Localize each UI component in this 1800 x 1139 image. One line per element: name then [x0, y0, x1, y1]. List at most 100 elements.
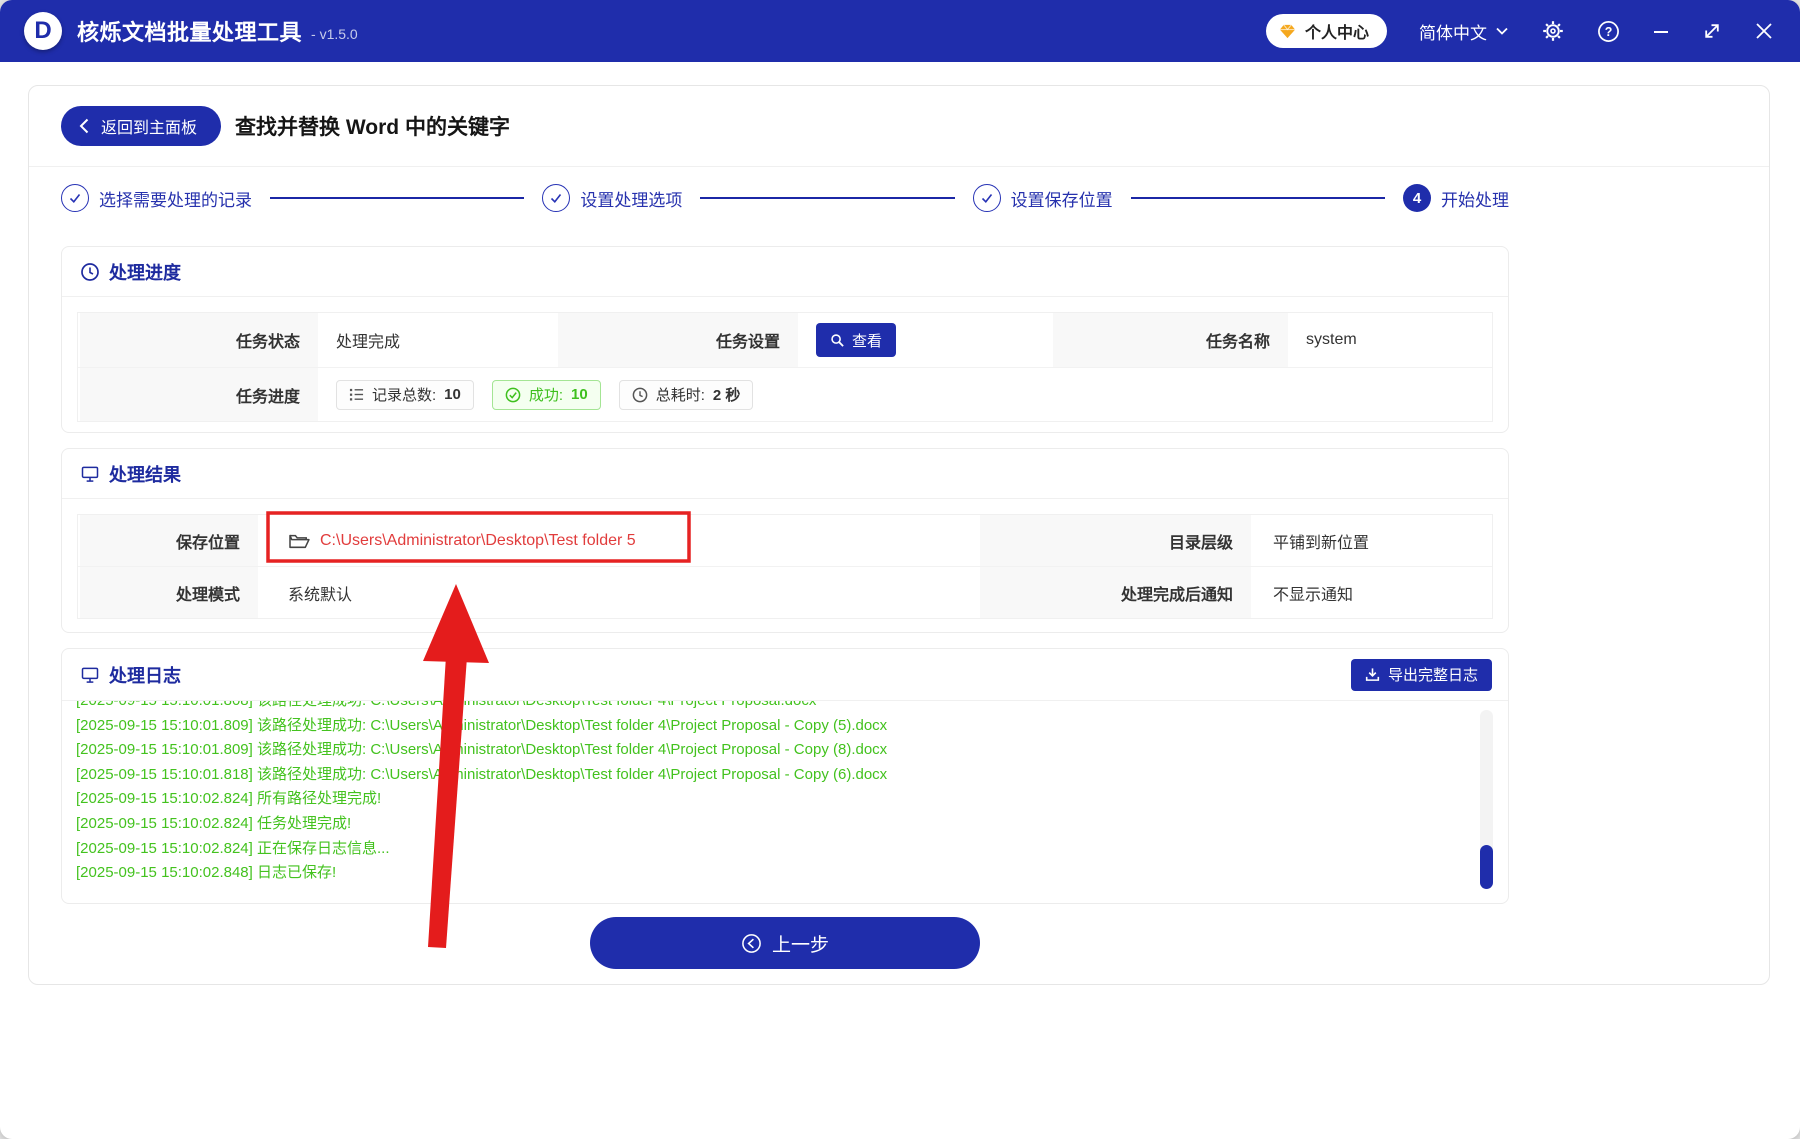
svg-text:?: ?	[1605, 24, 1613, 38]
table-row: 任务进度 记录总数: 10 成功: 10 总耗时: 2 秒	[78, 368, 1492, 421]
result-section: 处理结果 保存位置 C:\Users\Administrator\Desktop…	[61, 448, 1509, 633]
process-mode-value: 系统默认	[288, 586, 353, 604]
user-center-button[interactable]: 个人中心	[1265, 14, 1387, 48]
result-table: 保存位置 C:\Users\Administrator\Desktop\Test…	[77, 514, 1493, 619]
log-section-header: 处理日志 导出完整日志	[62, 649, 1508, 701]
notify-label: 处理完成后通知	[978, 567, 1251, 618]
clock-icon	[632, 387, 648, 402]
task-status-label: 任务状态	[78, 313, 318, 367]
log-line: [2025-09-15 15:10:01.818] 该路径处理成功: C:\Us…	[76, 765, 888, 783]
step-check-circle	[542, 184, 571, 212]
titlebar: D 核烁文档批量处理工具 - v1.5.0 个人中心 简体中文 ?	[0, 0, 1800, 62]
step-connector	[270, 197, 525, 199]
log-line: [2025-09-15 15:10:01.809] 该路径处理成功: C:\Us…	[76, 741, 888, 759]
section-title: 处理结果	[109, 464, 181, 485]
badge-value: 2 秒	[712, 387, 741, 404]
chevron-down-icon	[1496, 27, 1508, 35]
export-button-label: 导出完整日志	[1387, 667, 1478, 684]
log-line: [2025-09-15 15:10:01.808] 该路径处理成功: C:\Us…	[76, 701, 1508, 714]
check-icon	[69, 194, 81, 204]
step-save-location[interactable]: 设置保存位置	[972, 184, 1113, 212]
task-name-label: 任务名称	[1051, 313, 1288, 367]
step-connector	[700, 197, 955, 199]
chevron-left-icon	[79, 118, 89, 134]
step-start-processing[interactable]: 4 开始处理	[1402, 184, 1509, 212]
monitor-icon	[81, 667, 99, 683]
app-title: 核烁文档批量处理工具	[77, 20, 303, 45]
log-viewport: [2025-09-15 15:10:01.808] 该路径处理成功: C:\Us…	[62, 701, 1508, 903]
log-line: [2025-09-15 15:10:02.824] 任务处理完成!	[76, 814, 352, 832]
check-icon	[551, 194, 562, 204]
footer: 上一步	[61, 917, 1509, 969]
settings-button[interactable]	[1541, 19, 1565, 43]
save-location-label: 保存位置	[78, 515, 258, 566]
step-label: 设置保存位置	[1010, 190, 1113, 210]
step-label: 开始处理	[1440, 190, 1509, 210]
step-select-records[interactable]: 选择需要处理的记录	[61, 184, 252, 212]
badge-success-count: 成功: 10	[491, 379, 601, 410]
close-button[interactable]	[1754, 21, 1774, 41]
app-version: - v1.5.0	[311, 26, 358, 42]
download-icon	[1365, 668, 1380, 681]
log-line: [2025-09-15 15:10:02.824] 正在保存日志信息...	[76, 839, 390, 857]
progress-section: 处理进度 任务状态 处理完成 任务设置 查看 任务名称 system 任务进度 …	[61, 246, 1509, 433]
back-button-label: 返回到主面板	[101, 120, 198, 137]
app-window: D 核烁文档批量处理工具 - v1.5.0 个人中心 简体中文 ? 返回到主面板…	[0, 0, 1800, 1139]
table-row: 保存位置 C:\Users\Administrator\Desktop\Test…	[78, 515, 1492, 567]
view-settings-button[interactable]: 查看	[816, 323, 897, 357]
user-center-label: 个人中心	[1304, 25, 1369, 42]
minimize-icon	[1654, 31, 1668, 33]
close-icon	[1756, 23, 1772, 39]
back-circle-icon	[742, 933, 761, 953]
export-log-button[interactable]: 导出完整日志	[1350, 658, 1492, 691]
dir-level-label: 目录层级	[978, 515, 1251, 566]
badge-value: 10	[571, 386, 588, 403]
minimize-button[interactable]	[1652, 22, 1670, 40]
result-section-header: 处理结果	[62, 449, 1508, 499]
vip-gem-icon	[1279, 24, 1296, 38]
question-icon: ?	[1598, 20, 1619, 42]
table-row: 任务状态 处理完成 任务设置 查看 任务名称 system	[78, 313, 1492, 368]
step-label: 设置处理选项	[580, 190, 683, 210]
progress-table: 任务状态 处理完成 任务设置 查看 任务名称 system 任务进度 记录总数:…	[77, 312, 1493, 422]
app-logo-icon: D	[24, 12, 62, 50]
step-check-circle	[972, 184, 1001, 212]
language-selector[interactable]: 简体中文	[1419, 19, 1509, 44]
task-settings-cell: 查看	[798, 313, 1051, 367]
task-name-value: system	[1306, 331, 1357, 348]
badge-elapsed-time: 总耗时: 2 秒	[618, 379, 754, 410]
back-to-dashboard-button[interactable]: 返回到主面板	[61, 106, 222, 146]
language-label: 简体中文	[1419, 23, 1487, 43]
progress-section-header: 处理进度	[62, 247, 1508, 297]
notify-value: 不显示通知	[1273, 586, 1354, 604]
list-icon	[349, 388, 364, 401]
save-location-path: C:\Users\Administrator\Desktop\Test fold…	[320, 531, 636, 549]
badge-total-records: 记录总数: 10	[336, 379, 474, 410]
check-circle-icon	[505, 387, 521, 402]
previous-step-button[interactable]: 上一步	[590, 917, 980, 969]
log-line: [2025-09-15 15:10:02.848] 日志已保存!	[76, 864, 337, 882]
dir-level-value: 平铺到新位置	[1273, 534, 1370, 552]
folder-open-icon	[289, 534, 310, 548]
maximize-button[interactable]	[1702, 21, 1722, 41]
step-check-circle	[61, 184, 89, 212]
section-title: 处理进度	[109, 262, 181, 283]
log-section: 处理日志 导出完整日志 [2025-09-15 15:10:01.808] 该路…	[61, 648, 1509, 904]
task-progress-badges: 记录总数: 10 成功: 10 总耗时: 2 秒	[318, 368, 1492, 421]
page-header: 返回到主面板 查找并替换 Word 中的关键字	[29, 86, 1769, 167]
task-progress-label: 任务进度	[78, 368, 318, 421]
clock-icon	[81, 262, 99, 281]
view-button-label: 查看	[852, 332, 883, 350]
badge-value: 10	[444, 386, 461, 403]
badge-label: 记录总数:	[372, 387, 437, 404]
log-scrollbar-thumb[interactable]	[1480, 845, 1493, 889]
main-card: 返回到主面板 查找并替换 Word 中的关键字 选择需要处理的记录 设置处理选项…	[28, 85, 1770, 985]
step-label: 选择需要处理的记录	[99, 190, 252, 210]
task-settings-label: 任务设置	[556, 313, 798, 367]
badge-label: 总耗时:	[655, 387, 705, 404]
step-process-options[interactable]: 设置处理选项	[542, 184, 682, 212]
help-button[interactable]: ?	[1597, 20, 1620, 43]
save-location-value[interactable]: C:\Users\Administrator\Desktop\Test fold…	[258, 515, 978, 566]
step-connector	[1130, 197, 1385, 199]
log-lines: [2025-09-15 15:10:01.808] 该路径处理成功: C:\Us…	[76, 701, 1508, 886]
